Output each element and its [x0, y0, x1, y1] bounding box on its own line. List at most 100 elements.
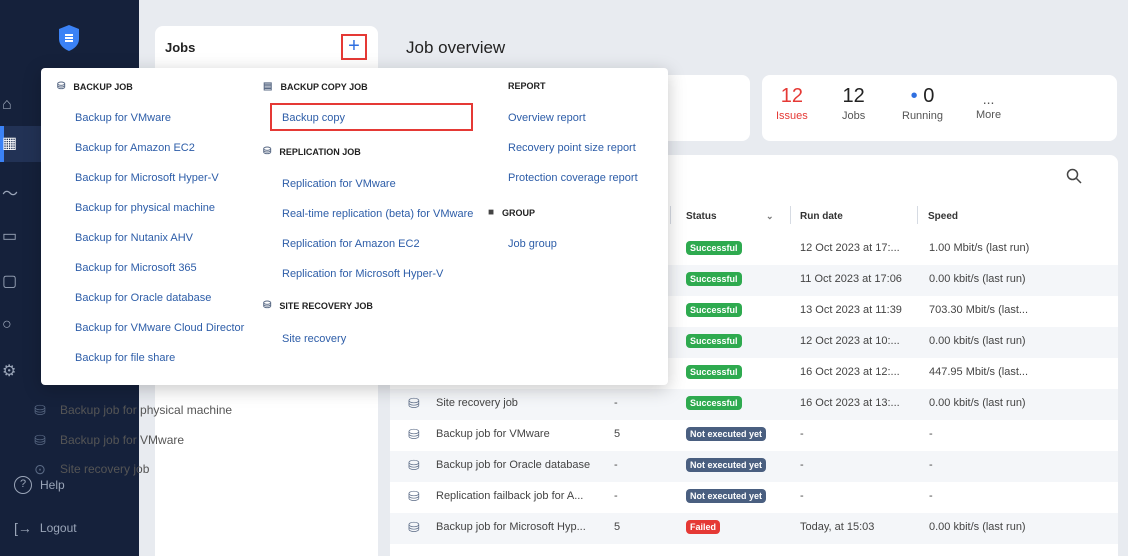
- status-badge: Successful: [686, 241, 742, 255]
- menu-heading-report: REPORT: [508, 81, 546, 91]
- menu-item[interactable]: Replication for VMware: [282, 178, 396, 190]
- more-label: More: [976, 109, 1002, 121]
- menu-heading-label: REPORT: [508, 81, 546, 91]
- jobs-tree-item-label: Backup job for physical machine: [60, 403, 233, 417]
- job-icon: ⛁: [408, 519, 420, 535]
- backup-job-icon: ⛁: [57, 81, 66, 92]
- menu-heading-backup-job: ⛁ BACKUP JOB: [57, 81, 133, 92]
- speed: 0.00 kbit/s (last run): [929, 397, 1026, 409]
- menu-item[interactable]: Replication for Microsoft Hyper-V: [282, 268, 443, 280]
- table-row[interactable]: ⛁ Replication failback job for A... - Not e…: [390, 482, 1118, 513]
- menu-item[interactable]: Backup for Microsoft Hyper-V: [75, 172, 219, 184]
- column-header-run-date[interactable]: Run date: [800, 211, 843, 222]
- menu-item[interactable]: Backup for file share: [75, 352, 175, 364]
- menu-item[interactable]: Recovery point size report: [508, 142, 636, 154]
- stat-jobs[interactable]: 12 Jobs: [842, 85, 865, 122]
- jobs-tree-item-label: Backup job for VMware: [60, 433, 185, 447]
- stat-issues[interactable]: 12 Issues: [776, 85, 808, 122]
- job-object-count: -: [614, 490, 618, 502]
- column-separator: [790, 206, 791, 224]
- run-date: -: [800, 459, 804, 471]
- job-name[interactable]: Backup job for Microsoft Hyp...: [436, 521, 586, 533]
- job-object-count: 5: [614, 428, 621, 440]
- replication-icon: ⛁: [263, 146, 272, 157]
- more-icon: ...: [982, 91, 995, 107]
- speed: -: [929, 428, 933, 440]
- logout-link[interactable]: [→ Logout: [14, 520, 77, 536]
- status-badge: Successful: [686, 303, 742, 317]
- job-icon: ⛁: [408, 426, 420, 442]
- menu-item[interactable]: Job group: [508, 238, 557, 250]
- jobs-tree-item[interactable]: ⛁ Backup job for physical machine: [32, 402, 232, 418]
- run-date: 11 Oct 2023 at 17:06: [800, 273, 902, 285]
- inbox-icon[interactable]: ▭: [2, 227, 22, 247]
- running-count: • 0: [902, 85, 943, 108]
- menu-item[interactable]: Backup for physical machine: [75, 202, 215, 214]
- column-separator: [670, 206, 671, 224]
- job-name[interactable]: Backup job for Oracle database: [436, 459, 590, 471]
- backup-job-icon: ⛁: [34, 402, 46, 418]
- site-recovery-icon: ⊙: [34, 461, 46, 477]
- chevron-down-icon[interactable]: ⌄: [766, 211, 774, 222]
- column-header-status[interactable]: Status: [686, 211, 717, 222]
- menu-item[interactable]: Backup for Oracle database: [75, 292, 211, 304]
- home-icon[interactable]: ⌂: [2, 95, 22, 115]
- run-date: Today, at 15:03: [800, 521, 875, 533]
- backup-job-icon: ⛁: [34, 432, 46, 448]
- settings-icon[interactable]: ⚙: [2, 362, 22, 382]
- calendar-icon[interactable]: ▢: [2, 272, 22, 292]
- speed: 0.00 kbit/s (last run): [929, 273, 1026, 285]
- site-recovery-icon: ⛁: [263, 300, 272, 311]
- speed: 0.00 kbit/s (last run): [929, 335, 1026, 347]
- menu-item[interactable]: Backup for Amazon EC2: [75, 142, 195, 154]
- run-date: -: [800, 428, 804, 440]
- menu-item-backup-copy[interactable]: Backup copy: [282, 112, 345, 124]
- run-date: 16 Oct 2023 at 13:...: [800, 397, 900, 409]
- table-row[interactable]: ⛁ Site recovery job - Successful 16 Oct 2023…: [390, 389, 1118, 420]
- jobs-label: Jobs: [842, 110, 866, 122]
- jobs-tree-item[interactable]: ⛁ Backup job for VMware: [32, 432, 184, 448]
- running-label: Running: [902, 110, 943, 122]
- menu-item[interactable]: Overview report: [508, 112, 586, 124]
- stat-more[interactable]: ... More: [976, 85, 1001, 121]
- speed: 703.30 Mbit/s (last...: [929, 304, 1029, 316]
- activity-icon[interactable]: 〜: [2, 185, 22, 205]
- menu-item[interactable]: Backup for Microsoft 365: [75, 262, 197, 274]
- logout-icon: [→: [14, 520, 32, 536]
- job-name[interactable]: Site recovery job: [436, 397, 518, 409]
- menu-item[interactable]: Backup for VMware Cloud Director: [75, 322, 244, 334]
- menu-item[interactable]: Site recovery: [282, 333, 346, 345]
- menu-heading-label: SITE RECOVERY JOB: [279, 300, 373, 311]
- column-header-speed[interactable]: Speed: [928, 211, 958, 222]
- speed: -: [929, 459, 933, 471]
- add-job-button[interactable]: +: [341, 34, 367, 60]
- status-badge: Successful: [686, 365, 742, 379]
- help-label: Help: [40, 478, 65, 492]
- issues-label: Issues: [776, 110, 808, 122]
- menu-item[interactable]: Protection coverage report: [508, 172, 638, 184]
- help-link[interactable]: ? Help: [14, 476, 65, 494]
- table-row[interactable]: ⛁ Backup job for Oracle database - Not exec…: [390, 451, 1118, 482]
- run-date: -: [800, 490, 804, 502]
- table-row[interactable]: ⛁ Backup job for VMware 5 Not executed yet -…: [390, 420, 1118, 451]
- search-icon[interactable]: ○: [2, 315, 22, 335]
- jobs-tree-item[interactable]: ⊙ Site recovery job: [32, 461, 149, 477]
- search-icon[interactable]: [1066, 168, 1082, 184]
- create-job-menu: ⛁ BACKUP JOB ▤ BACKUP COPY JOB ⛁ REPLICATIO…: [41, 68, 668, 385]
- menu-item[interactable]: Backup for VMware: [75, 112, 171, 124]
- dashboard-icon[interactable]: ▦: [2, 134, 22, 154]
- menu-item[interactable]: Replication for Amazon EC2: [282, 238, 420, 250]
- column-separator: [917, 206, 918, 224]
- table-row[interactable]: ⛁ Backup job for Microsoft Hyp... 5 Failed T…: [390, 513, 1118, 544]
- menu-heading-label: GROUP: [502, 207, 536, 218]
- jobs-tree-item-label: Site recovery job: [60, 462, 150, 476]
- speed: -: [929, 490, 933, 502]
- menu-item[interactable]: Backup for Nutanix AHV: [75, 232, 193, 244]
- menu-item[interactable]: Real-time replication (beta) for VMware: [282, 208, 473, 220]
- run-date: 13 Oct 2023 at 11:39: [800, 304, 902, 316]
- job-name[interactable]: Backup job for VMware: [436, 428, 550, 440]
- status-badge: Successful: [686, 272, 742, 286]
- backup-copy-icon: ▤: [263, 81, 273, 92]
- stat-running[interactable]: • 0 Running: [902, 85, 943, 122]
- job-name[interactable]: Replication failback job for A...: [436, 490, 583, 502]
